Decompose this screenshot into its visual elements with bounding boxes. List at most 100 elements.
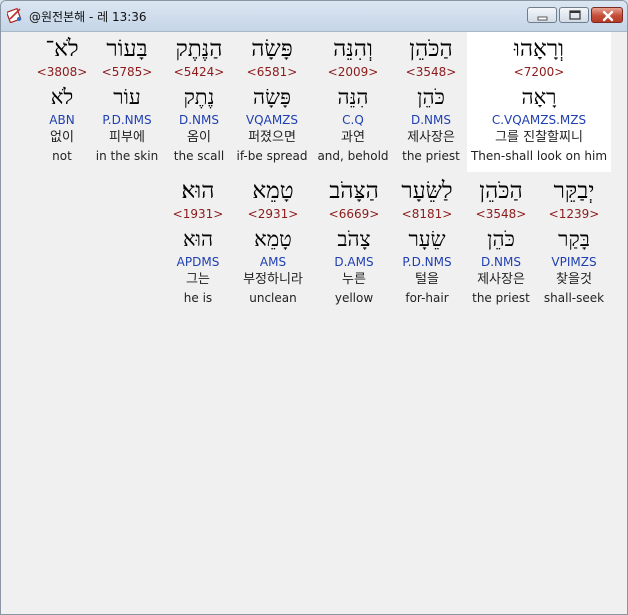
english-gloss: shall-seek [543, 291, 605, 305]
hebrew-word: וְהִנֵּה [333, 36, 373, 62]
korean-gloss: 털을 [415, 272, 439, 287]
maximize-icon [569, 10, 581, 20]
strong-number[interactable]: <3548> [393, 65, 469, 79]
hebrew-word: הַצָּהֹב [329, 178, 379, 204]
maximize-button[interactable] [559, 7, 589, 23]
parse-code[interactable]: VQAMZS [234, 113, 310, 127]
word-column[interactable]: בָּעוֹר <5785> עוֹר P.D.NMS 피부에 in the skin [89, 32, 165, 172]
word-column[interactable]: יְבַקֵּר <1239> בָּקַר VPIMZS 찾을것 shall-seek [536, 174, 612, 314]
strong-number[interactable]: <6669> [316, 207, 392, 221]
hebrew-word: הַנֶּתֶק [175, 36, 223, 62]
parse-code[interactable]: D.NMS [393, 113, 469, 127]
english-gloss: unclean [249, 291, 297, 305]
parse-code[interactable]: APDMS [160, 255, 236, 269]
lemma-word: נֶתֶק [183, 85, 215, 109]
strong-number[interactable]: <6581> [234, 65, 310, 79]
interlinear-view: וְרָאָהוּ <7200> רָאָה C.VQAMZS.MZS 그를 진찰할찌니… [5, 32, 622, 610]
english-gloss: the priest [472, 291, 530, 305]
lemma-word: לֹא [50, 85, 74, 109]
parse-code[interactable]: D.NMS [463, 255, 539, 269]
strong-number[interactable]: <7200> [467, 65, 611, 79]
hebrew-word: פָּשָׂה [251, 36, 293, 62]
app-window: @원전본해 - 레 13:36 וְרָאָהוּ <7200> רָאָה C.VQ… [0, 0, 628, 615]
english-gloss: yellow [334, 291, 374, 305]
strong-number[interactable]: <2931> [235, 207, 311, 221]
lemma-word: כֹּהֵן [417, 85, 445, 109]
title-bar[interactable]: @원전본해 - 레 13:36 [1, 1, 627, 32]
english-gloss: and, behold [317, 149, 389, 163]
parse-code[interactable]: P.D.NMS [89, 113, 165, 127]
korean-gloss: 누른 [342, 272, 366, 287]
hebrew-word: לַשֵּׂעָר [401, 178, 453, 204]
lemma-word: שֵׂעָר [408, 227, 446, 251]
minimize-icon [537, 16, 548, 21]
korean-gloss: 그는 [186, 272, 210, 287]
english-gloss: the priest [402, 149, 460, 163]
strong-number[interactable]: <3808> [24, 65, 100, 79]
word-column[interactable]: וְהִנֵּה <2009> הִנֵּה C.Q 과연 and, behold [315, 32, 391, 172]
korean-gloss: 옴이 [187, 130, 211, 145]
lemma-word: צָהֹב [337, 227, 371, 251]
word-column[interactable]: הַכֹּהֵן <3548> כֹּהֵן D.NMS 제사장은 the priest [393, 32, 469, 172]
word-column[interactable]: הַנֶּתֶק <5424> נֶתֶק D.NMS 옴이 the scall [161, 32, 237, 172]
parse-code[interactable]: D.AMS [316, 255, 392, 269]
lemma-word: פָּשָׂה [253, 85, 291, 109]
strong-number[interactable]: <3548> [463, 207, 539, 221]
lemma-word: רָאָה [521, 85, 557, 109]
lemma-word: עוֹר [113, 85, 141, 109]
word-column[interactable]: לַשֵּׂעָר <8181> שֵׂעָר P.D.NMS 털을 for-hair [389, 174, 465, 314]
app-icon [5, 7, 23, 24]
korean-gloss: 그를 진찰할찌니 [495, 130, 583, 145]
parse-code[interactable]: C.VQAMZS.MZS [467, 113, 611, 127]
parse-code[interactable]: P.D.NMS [389, 255, 465, 269]
korean-gloss: 과연 [341, 130, 365, 145]
korean-gloss: 찾을것 [556, 272, 592, 287]
word-column[interactable]: הַכֹּהֵן <3548> כֹּהֵן D.NMS 제사장은 the priest [463, 174, 539, 314]
english-gloss: in the skin [95, 149, 159, 163]
lemma-word: בָּקַר [558, 227, 590, 251]
english-gloss: Then-shall look on him [470, 149, 608, 163]
lemma-word: טָמֵא [254, 227, 292, 251]
strong-number[interactable]: <1239> [536, 207, 612, 221]
word-column[interactable]: טָמֵא <2931> טָמֵא AMS 부정하니라 unclean [235, 174, 311, 314]
strong-number[interactable]: <5424> [161, 65, 237, 79]
parse-code[interactable]: D.NMS [161, 113, 237, 127]
lemma-word: הוּא [182, 227, 214, 251]
word-column[interactable]: פָּשָׂה <6581> פָּשָׂה VQAMZS 퍼졌으면 if-be spre… [234, 32, 310, 172]
parse-code[interactable]: ABN [24, 113, 100, 127]
close-button[interactable] [591, 7, 623, 23]
korean-gloss: 제사장은 [477, 272, 525, 287]
lemma-word: כֹּהֵן [487, 227, 515, 251]
strong-number[interactable]: <8181> [389, 207, 465, 221]
hebrew-word: הוּא׃ [181, 178, 215, 204]
english-gloss: for-hair [405, 291, 449, 305]
parse-code[interactable]: VPIMZS [536, 255, 612, 269]
hebrew-word: הַכֹּהֵן [479, 178, 523, 204]
word-column[interactable]: וְרָאָהוּ <7200> רָאָה C.VQAMZS.MZS 그를 진찰할찌니… [467, 32, 611, 172]
korean-gloss: 제사장은 [407, 130, 455, 145]
korean-gloss: 피부에 [109, 130, 145, 145]
english-gloss: the scall [173, 149, 225, 163]
strong-number[interactable]: <5785> [89, 65, 165, 79]
parse-code[interactable]: C.Q [315, 113, 391, 127]
window-title: @원전본해 - 레 13:36 [29, 10, 147, 24]
korean-gloss: 퍼졌으면 [248, 130, 296, 145]
hebrew-word: לֹא־ [45, 36, 79, 62]
korean-gloss: 부정하니라 [243, 272, 303, 287]
hebrew-word: בָּעוֹר [106, 36, 148, 62]
strong-number[interactable]: <2009> [315, 65, 391, 79]
word-column[interactable]: הוּא׃ <1931> הוּא APDMS 그는 he is [160, 174, 236, 314]
english-gloss: he is [183, 291, 213, 305]
parse-code[interactable]: AMS [235, 255, 311, 269]
lemma-word: הִנֵּה [337, 85, 369, 109]
word-column[interactable]: הַצָּהֹב <6669> צָהֹב D.AMS 누른 yellow [316, 174, 392, 314]
english-gloss: if-be spread [236, 149, 308, 163]
word-column[interactable]: לֹא־ <3808> לֹא ABN 없이 not [24, 32, 100, 172]
hebrew-word: טָמֵא [252, 178, 294, 204]
strong-number[interactable]: <1931> [160, 207, 236, 221]
close-icon [602, 10, 614, 22]
minimize-button[interactable] [527, 7, 557, 23]
korean-gloss: 없이 [50, 130, 74, 145]
hebrew-word: יְבַקֵּר [553, 178, 595, 204]
hebrew-word: וְרָאָהוּ [513, 36, 565, 62]
